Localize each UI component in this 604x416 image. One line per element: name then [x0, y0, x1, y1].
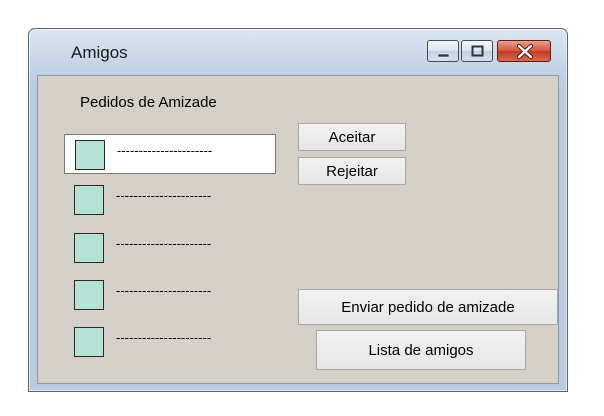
avatar-placeholder	[74, 327, 104, 357]
request-name: ----------------------	[116, 283, 212, 298]
close-icon	[516, 43, 534, 60]
avatar-placeholder	[74, 280, 104, 310]
request-item[interactable]: ----------------------	[64, 322, 276, 362]
request-name: ----------------------	[116, 188, 212, 203]
avatar-placeholder	[74, 233, 104, 263]
minimize-button[interactable]	[427, 40, 459, 62]
title-bar[interactable]: Amigos	[29, 29, 567, 75]
maximize-button[interactable]	[461, 40, 493, 62]
window-title: Amigos	[71, 43, 128, 62]
request-item[interactable]: ----------------------	[64, 134, 276, 174]
minimize-icon	[437, 53, 450, 58]
request-item[interactable]: ----------------------	[64, 275, 276, 315]
maximize-icon	[471, 45, 484, 57]
send-friend-request-button[interactable]: Enviar pedido de amizade	[298, 289, 558, 325]
avatar-placeholder	[75, 140, 105, 170]
avatar-placeholder	[74, 185, 104, 215]
request-item[interactable]: ----------------------	[64, 180, 276, 220]
request-name: ----------------------	[116, 236, 212, 251]
friends-list-button[interactable]: Lista de amigos	[316, 330, 526, 370]
close-button[interactable]	[497, 40, 551, 62]
window-content: Pedidos de Amizade ---------------------…	[37, 75, 559, 384]
request-name: ----------------------	[117, 143, 213, 158]
accept-button[interactable]: Aceitar	[298, 123, 406, 151]
friend-requests-label: Pedidos de Amizade	[80, 94, 217, 111]
request-name: ----------------------	[116, 330, 212, 345]
amigos-window: Amigos Pedidos de Amizade --------------…	[28, 28, 568, 392]
request-item[interactable]: ----------------------	[64, 228, 276, 268]
reject-button[interactable]: Rejeitar	[298, 157, 406, 185]
